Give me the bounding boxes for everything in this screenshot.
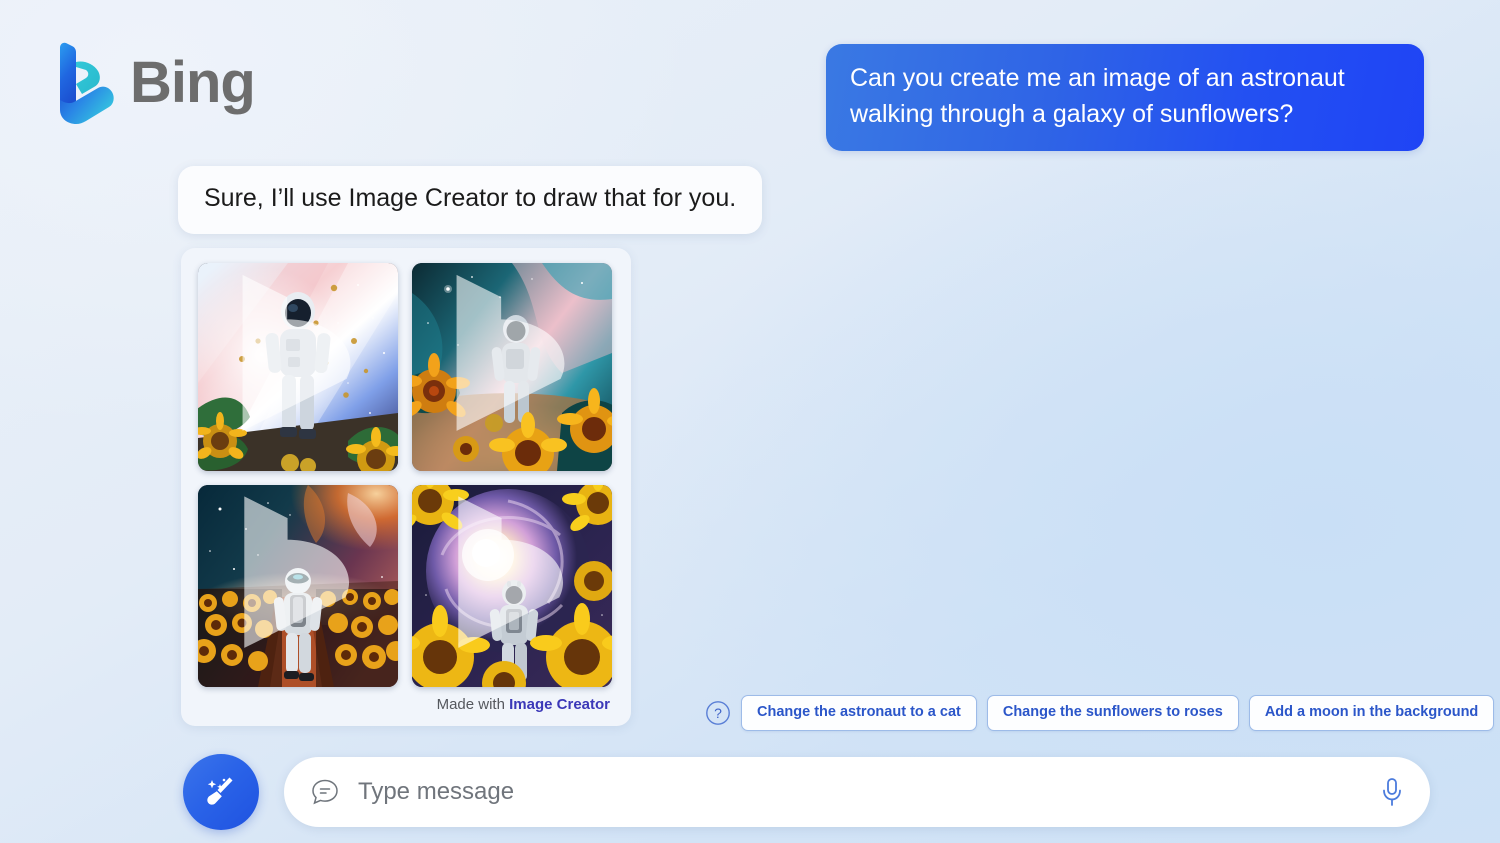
image-creator-link[interactable]: Image Creator xyxy=(509,696,610,713)
broom-sparkle-icon xyxy=(207,777,233,805)
assistant-message-text: Sure, I’ll use Image Creator to draw tha… xyxy=(204,184,737,212)
generated-image-1[interactable] xyxy=(198,263,398,471)
bing-watermark-icon xyxy=(242,274,351,431)
generated-image-2[interactable] xyxy=(412,263,612,471)
bing-logo-icon xyxy=(60,42,114,125)
made-with-label: Made with xyxy=(436,696,510,713)
generated-image-3[interactable] xyxy=(198,485,398,687)
message-input[interactable] xyxy=(358,778,1378,806)
brand-name: Bing xyxy=(130,50,256,115)
question-circle-icon[interactable]: ? xyxy=(705,700,731,726)
user-message-text: Can you create me an image of an astrona… xyxy=(850,64,1345,129)
image-grid xyxy=(198,263,613,687)
microphone-icon[interactable] xyxy=(1378,775,1406,809)
suggestion-chip-1[interactable]: Change the astronaut to a cat xyxy=(741,695,977,731)
assistant-message-bubble: Sure, I’ll use Image Creator to draw tha… xyxy=(178,166,763,234)
suggestion-row: ? Change the astronaut to a cat Change t… xyxy=(705,695,1495,731)
image-card-footer: Made with Image Creator xyxy=(198,696,613,713)
generated-image-4[interactable] xyxy=(412,485,612,687)
new-topic-button[interactable] xyxy=(183,754,259,830)
bing-brand[interactable]: Bing xyxy=(54,40,256,126)
bing-watermark-icon xyxy=(456,274,565,431)
image-results-card: Made with Image Creator xyxy=(181,248,631,726)
svg-text:?: ? xyxy=(714,705,722,721)
suggestion-chip-2[interactable]: Change the sunflowers to roses xyxy=(986,695,1239,731)
bing-watermark-icon xyxy=(244,496,350,648)
chat-bubble-icon xyxy=(312,779,338,805)
message-composer[interactable] xyxy=(284,757,1430,827)
user-message-bubble: Can you create me an image of an astrona… xyxy=(826,44,1424,151)
suggestion-chip-3[interactable]: Add a moon in the background xyxy=(1248,695,1495,731)
bing-watermark-icon xyxy=(458,496,564,648)
